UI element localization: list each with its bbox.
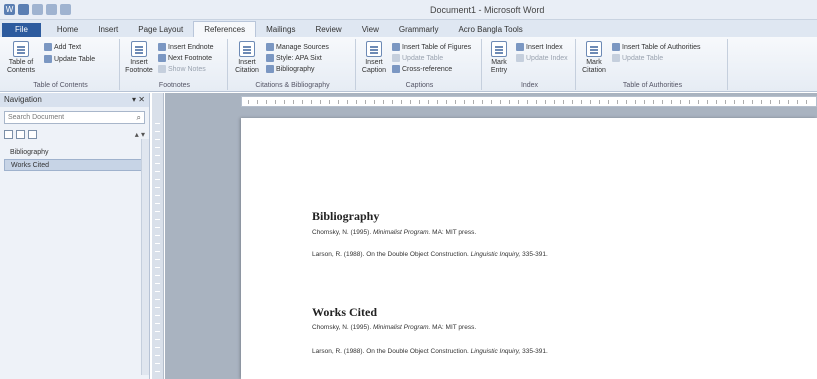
print-preview-icon[interactable]: [60, 4, 71, 15]
tab-page-layout[interactable]: Page Layout: [128, 23, 193, 37]
tab-acro-bangla-tools[interactable]: Acro Bangla Tools: [448, 23, 532, 37]
search-input[interactable]: Search Document ⌕: [4, 111, 145, 124]
cross-reference-button[interactable]: Cross-reference: [392, 65, 452, 73]
nav-item-bibliography[interactable]: Bibliography: [4, 147, 145, 159]
cross-reference-icon: [392, 65, 400, 73]
navigation-header: Navigation ▾ ✕: [0, 93, 149, 107]
table-of-figures-icon: [392, 43, 400, 51]
insert-table-of-figures-button[interactable]: Insert Table of Figures: [392, 43, 471, 51]
group-table-of-contents: Table of Contents Add Text Update Table …: [2, 39, 120, 90]
show-notes-icon: [158, 65, 166, 73]
insert-caption-button[interactable]: Insert Caption: [360, 41, 388, 75]
bibliography-icon: [266, 65, 274, 73]
close-icon[interactable]: ▾ ✕: [132, 93, 145, 107]
citation-entry: Chomsky, N. (1995). Minimalist Program. …: [312, 324, 477, 331]
citation-entry: Larson, R. (1988). On the Double Object …: [312, 251, 548, 258]
mark-citation-button[interactable]: Mark Citation: [580, 41, 608, 75]
heading-works-cited: Works Cited: [312, 305, 378, 319]
update-table-icon: [44, 55, 52, 63]
insert-footnote-icon: [131, 41, 147, 57]
update-table-figures-button[interactable]: Update Table: [392, 54, 443, 62]
group-label: Table of Contents: [33, 82, 88, 89]
table-of-contents-button[interactable]: Table of Contents: [4, 41, 38, 75]
style-dropdown[interactable]: Style: APA Sixt: [266, 54, 322, 62]
tab-grammarly[interactable]: Grammarly: [389, 23, 449, 37]
insert-endnote-icon: [158, 43, 166, 51]
document-page[interactable]: Bibliography Chomsky, N. (1995). Minimal…: [241, 118, 817, 379]
navigation-scrollbar[interactable]: [141, 139, 149, 375]
style-icon: [266, 54, 274, 62]
show-notes-button[interactable]: Show Notes: [158, 65, 206, 73]
vertical-ruler: [152, 93, 164, 379]
insert-footnote-button[interactable]: Insert Footnote: [124, 41, 154, 75]
mark-entry-icon: [491, 41, 507, 57]
group-label: Citations & Bibliography: [255, 82, 330, 89]
update-table-icon: [392, 54, 400, 62]
add-text-icon: [44, 43, 52, 51]
group-label: Index: [520, 82, 539, 89]
save-icon[interactable]: [18, 4, 29, 15]
insert-index-button[interactable]: Insert Index: [516, 43, 563, 51]
nav-item-works-cited[interactable]: Works Cited: [4, 159, 145, 171]
update-index-button[interactable]: Update Index: [516, 54, 568, 62]
bibliography-button[interactable]: Bibliography: [266, 65, 315, 73]
word-app-icon[interactable]: W: [4, 4, 15, 15]
previous-next-arrows-icon[interactable]: ▴ ▾: [135, 130, 145, 139]
mark-citation-icon: [586, 41, 602, 57]
mark-entry-button[interactable]: Mark Entry: [486, 41, 512, 75]
navigation-view-toolbar: ▴ ▾: [4, 130, 145, 139]
window-title: Document1 - Microsoft Word: [430, 5, 545, 15]
group-label: Captions: [405, 82, 434, 89]
heading-list: Bibliography Works Cited: [4, 147, 145, 171]
title-bar: W Document1 - Microsoft Word: [0, 0, 817, 20]
table-of-authorities-icon: [612, 43, 620, 51]
update-table-icon: [612, 54, 620, 62]
group-index: Mark Entry Insert Index Update Index Ind…: [484, 39, 576, 90]
group-label: Table of Authorities: [622, 82, 683, 89]
browse-results-icon[interactable]: [28, 130, 37, 139]
insert-caption-icon: [366, 41, 382, 57]
citation-entry: Larson, R. (1988). On the Double Object …: [312, 348, 548, 355]
tab-file[interactable]: File: [2, 23, 41, 37]
citation-entry: Chomsky, N. (1995). Minimalist Program. …: [312, 229, 477, 236]
manage-sources-icon: [266, 43, 274, 51]
add-text-button[interactable]: Add Text: [44, 43, 81, 51]
group-footnotes: Insert Footnote Insert Endnote Next Foot…: [122, 39, 228, 90]
insert-citation-icon: [239, 41, 255, 57]
update-table-authorities-button[interactable]: Update Table: [612, 54, 663, 62]
group-citations-bibliography: Insert Citation Manage Sources Style: AP…: [230, 39, 356, 90]
heading-bibliography: Bibliography: [312, 209, 380, 223]
ribbon: Table of Contents Add Text Update Table …: [0, 37, 817, 92]
redo-icon[interactable]: [46, 4, 57, 15]
navigation-pane: Navigation ▾ ✕ Search Document ⌕ ▴ ▾ Bib…: [0, 93, 150, 379]
update-table-button[interactable]: Update Table: [44, 55, 95, 63]
insert-index-icon: [516, 43, 524, 51]
insert-citation-button[interactable]: Insert Citation: [232, 41, 262, 75]
tab-mailings[interactable]: Mailings: [256, 23, 305, 37]
tab-review[interactable]: Review: [305, 23, 351, 37]
tab-references[interactable]: References: [193, 21, 257, 37]
table-of-contents-icon: [13, 41, 29, 57]
group-label: Footnotes: [158, 82, 191, 89]
browse-headings-icon[interactable]: [4, 130, 13, 139]
manage-sources-button[interactable]: Manage Sources: [266, 43, 329, 51]
search-icon[interactable]: ⌕: [137, 112, 141, 123]
ribbon-tabs: File Home Insert Page Layout References …: [0, 20, 817, 37]
tab-insert[interactable]: Insert: [88, 23, 128, 37]
navigation-title: Navigation: [4, 95, 42, 104]
tab-view[interactable]: View: [352, 23, 389, 37]
horizontal-ruler[interactable]: [241, 96, 817, 107]
insert-table-of-authorities-button[interactable]: Insert Table of Authorities: [612, 43, 700, 51]
next-footnote-icon: [158, 54, 166, 62]
group-captions: Insert Caption Insert Table of Figures U…: [358, 39, 482, 90]
undo-icon[interactable]: [32, 4, 43, 15]
tab-home[interactable]: Home: [47, 23, 88, 37]
update-index-icon: [516, 54, 524, 62]
next-footnote-button[interactable]: Next Footnote: [158, 54, 212, 62]
quick-access-toolbar: W: [4, 4, 71, 15]
insert-endnote-button[interactable]: Insert Endnote: [158, 43, 214, 51]
group-table-of-authorities: Mark Citation Insert Table of Authoritie…: [578, 39, 728, 90]
browse-pages-icon[interactable]: [16, 130, 25, 139]
